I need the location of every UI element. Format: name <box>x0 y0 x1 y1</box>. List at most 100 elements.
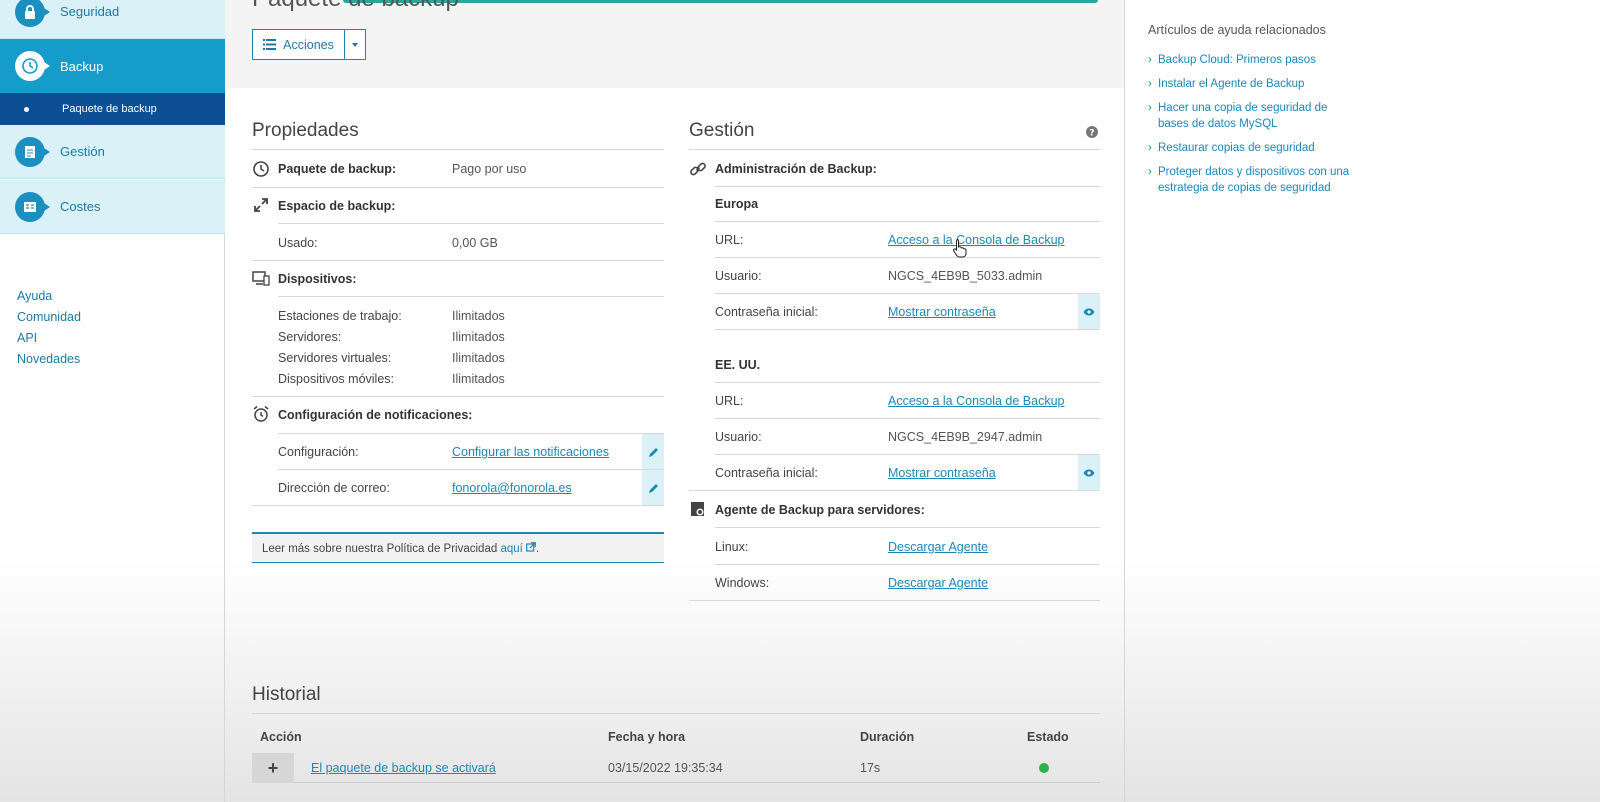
privacy-text: Leer más sobre nuestra Política de Priva… <box>262 543 498 555</box>
url-label-us: URL: <box>715 394 744 408</box>
sidebar-item-seguridad[interactable]: Seguridad <box>0 0 225 39</box>
dispositivos-label: Dispositivos: <box>278 272 357 286</box>
divider <box>252 396 664 397</box>
help-link-instalar-agente[interactable]: › Instalar el Agente de Backup <box>1148 76 1358 92</box>
help-link-restaurar[interactable]: › Restaurar copias de seguridad <box>1148 140 1358 156</box>
eye-icon <box>1083 308 1095 316</box>
agente-label: Agente de Backup para servidores: <box>715 503 925 517</box>
svg-text:?: ? <box>1089 129 1094 139</box>
help-link-primeros-pasos[interactable]: › Backup Cloud: Primeros pasos <box>1148 52 1358 68</box>
edit-notificaciones-button[interactable] <box>642 434 664 470</box>
expand-row-button[interactable]: + <box>252 753 294 783</box>
table-row: + El paquete de backup se activará 03/15… <box>252 753 1100 783</box>
servidores-label: Servidores: <box>278 330 342 344</box>
sidebar-links: Ayuda Comunidad API Novedades <box>17 286 81 370</box>
divider <box>715 454 1100 455</box>
pencil-icon <box>648 483 658 493</box>
consola-backup-link-eu[interactable]: Acceso a la Consola de Backup <box>888 233 1065 247</box>
divider <box>715 329 1100 330</box>
show-password-button-us[interactable] <box>1078 455 1100 491</box>
sidebar-item-label: Seguridad <box>60 4 120 19</box>
servidores-value: Ilimitados <box>452 330 505 344</box>
page-title: Paquete de backup <box>252 0 459 13</box>
link-novedades[interactable]: Novedades <box>17 349 81 370</box>
chevron-right-icon: › <box>1148 142 1152 154</box>
help-link-text: Restaurar copias de seguridad <box>1158 142 1315 154</box>
expand-icon <box>254 198 268 212</box>
link-comunidad[interactable]: Comunidad <box>17 307 81 328</box>
help-link-mysql[interactable]: › Hacer una copia de seguridad de bases d… <box>1148 100 1358 132</box>
divider <box>252 713 1100 714</box>
virtuales-label: Servidores virtuales: <box>278 351 392 365</box>
usuario-label-us: Usuario: <box>715 430 762 444</box>
configuracion-label: Configuración: <box>278 445 359 459</box>
divider <box>715 293 1100 294</box>
caret-down-icon <box>352 42 358 47</box>
consola-backup-link-us[interactable]: Acceso a la Consola de Backup <box>888 394 1065 408</box>
chevron-right-icon: › <box>1148 54 1152 66</box>
actions-dropdown: Acciones <box>252 29 366 60</box>
link-ayuda[interactable]: Ayuda <box>17 286 81 307</box>
correo-label: Dirección de correo: <box>278 481 390 495</box>
sidebar-item-costes[interactable]: Costes <box>0 180 225 234</box>
show-password-button-eu[interactable] <box>1078 294 1100 330</box>
divider <box>715 564 1100 565</box>
status-success-icon <box>1039 763 1049 773</box>
usado-label: Usado: <box>278 236 318 250</box>
sidebar-subitem-label: Paquete de backup <box>62 103 157 115</box>
correo-link[interactable]: fonorola@fonorola.es <box>452 481 572 495</box>
descargar-agente-linux-link[interactable]: Descargar Agente <box>888 540 988 554</box>
configurar-notificaciones-link[interactable]: Configurar las notificaciones <box>452 445 609 459</box>
password-label-us: Contraseña inicial: <box>715 466 818 480</box>
server-agent-icon <box>691 502 704 516</box>
lock-icon <box>15 0 50 27</box>
column-header-fecha[interactable]: Fecha y hora <box>608 730 685 744</box>
chevron-right-icon: › <box>1148 102 1152 114</box>
help-link-proteger[interactable]: › Proteger datos y dispositivos con una e… <box>1148 164 1358 196</box>
edit-correo-button[interactable] <box>642 470 664 506</box>
virtuales-value: Ilimitados <box>452 351 505 365</box>
region-europa: Europa <box>715 197 759 211</box>
column-header-estado[interactable]: Estado <box>1027 730 1069 744</box>
sidebar-subitem-paquete-de-backup[interactable]: Paquete de backup <box>0 93 225 125</box>
help-panel: Artículos de ayuda relacionados › Backup … <box>1124 0 1600 802</box>
usado-value: 0,00 GB <box>452 236 498 250</box>
divider <box>252 505 664 506</box>
divider <box>252 260 664 261</box>
windows-label: Windows: <box>715 576 770 590</box>
fecha-value: 03/15/2022 19:35:34 <box>608 761 723 775</box>
help-link-text: Hacer una copia de seguridad de bases de… <box>1158 102 1328 130</box>
column-header-duracion[interactable]: Duración <box>860 730 914 744</box>
descargar-agente-windows-link[interactable]: Descargar Agente <box>888 576 988 590</box>
mostrar-contrasena-link-us[interactable]: Mostrar contraseña <box>888 466 996 480</box>
mostrar-contrasena-link-eu[interactable]: Mostrar contraseña <box>888 305 996 319</box>
divider <box>278 433 664 434</box>
chevron-right-icon: › <box>1148 166 1152 178</box>
moviles-value: Ilimitados <box>452 372 505 386</box>
sidebar-item-gestion[interactable]: Gestión <box>0 125 225 179</box>
actions-button[interactable]: Acciones <box>253 30 345 59</box>
divider <box>715 382 1100 383</box>
privacy-end: . <box>536 543 540 555</box>
accion-link[interactable]: El paquete de backup se activará <box>311 761 496 775</box>
privacy-link[interactable]: aquí <box>500 543 522 555</box>
divider <box>689 149 1100 150</box>
link-api[interactable]: API <box>17 328 81 349</box>
estaciones-value: Ilimitados <box>452 309 505 323</box>
divider <box>715 186 1100 187</box>
divider <box>715 527 1100 528</box>
pencil-icon <box>648 447 658 457</box>
password-label-eu: Contraseña inicial: <box>715 305 818 319</box>
document-icon <box>15 136 50 167</box>
sidebar-item-label: Costes <box>60 199 101 214</box>
help-question-icon[interactable]: ? <box>1086 126 1098 138</box>
column-header-accion[interactable]: Acción <box>260 730 302 744</box>
sidebar: Seguridad Backup Paquete de backup Gesti… <box>0 0 225 802</box>
divider <box>278 296 664 297</box>
actions-caret-button[interactable] <box>345 30 365 59</box>
divider <box>278 223 664 224</box>
sidebar-item-backup[interactable]: Backup <box>0 39 225 93</box>
actions-label: Acciones <box>283 37 334 52</box>
admin-backup-label: Administración de Backup: <box>715 162 877 176</box>
external-link-icon[interactable] <box>526 542 536 552</box>
